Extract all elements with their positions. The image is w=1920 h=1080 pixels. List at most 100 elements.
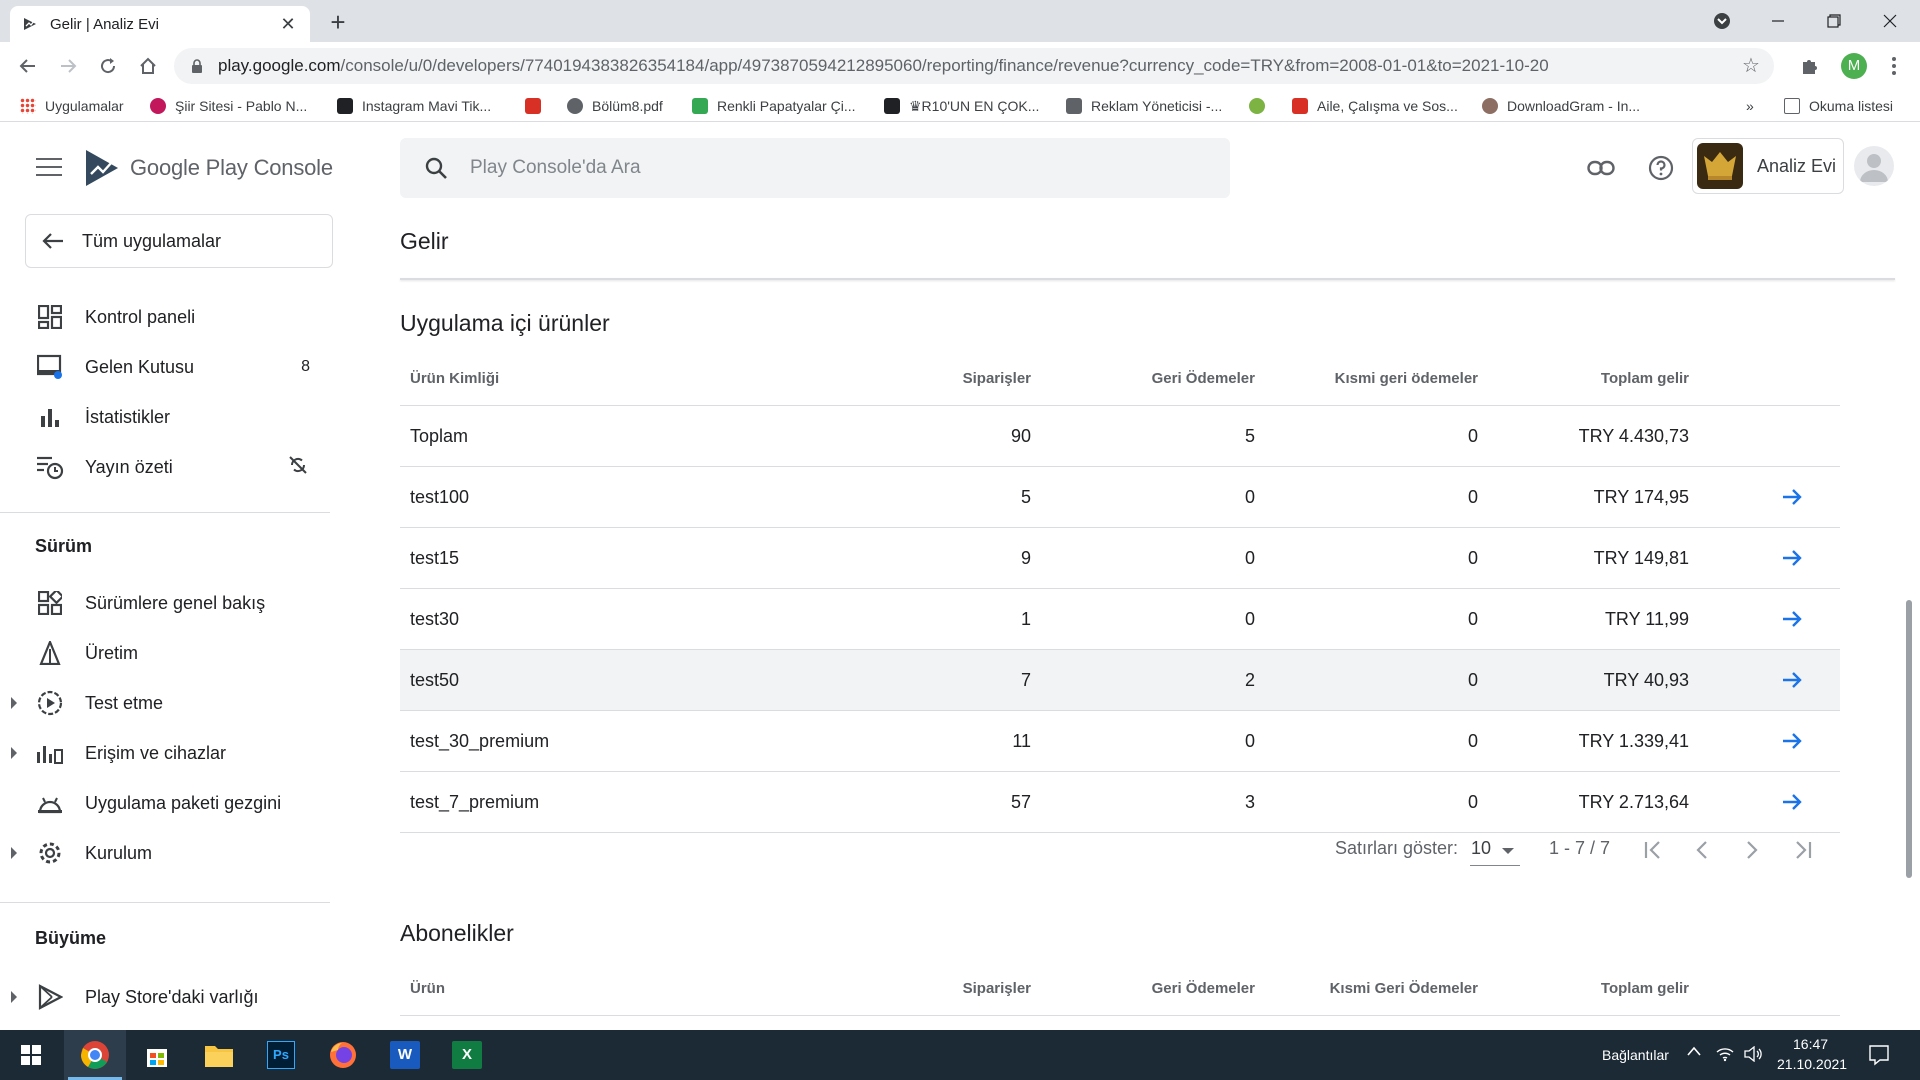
tab-search-icon[interactable] [1694, 0, 1750, 42]
previous-page-icon[interactable] [1686, 834, 1718, 866]
bookmarks-overflow-chevron[interactable]: » [1746, 96, 1754, 116]
column-header-total-revenue[interactable]: Toplam gelir [1601, 962, 1689, 1016]
column-header-orders[interactable]: Siparişler [963, 352, 1031, 406]
link-icon[interactable] [1585, 152, 1617, 184]
extensions-puzzle-icon[interactable] [1794, 50, 1826, 82]
column-header-refunds[interactable]: Geri Ödemeler [1152, 962, 1255, 1016]
bookmark-item[interactable]: ♛R10'UN EN ÇOK... [884, 96, 1039, 116]
windows-start-icon[interactable] [0, 1030, 62, 1080]
column-header-refunds[interactable]: Geri Ödemeler [1152, 352, 1255, 406]
expand-caret-icon[interactable] [11, 697, 17, 709]
search-icon [425, 157, 447, 179]
last-page-icon[interactable] [1786, 834, 1818, 866]
sidebar-item-releases-overview[interactable]: Sürümlere genel bakış [0, 582, 330, 624]
all-apps-back-button[interactable]: Tüm uygulamalar [25, 214, 333, 268]
forward-arrow-icon[interactable] [52, 50, 84, 82]
chevron-up-icon[interactable] [1686, 1044, 1702, 1060]
expand-caret-icon[interactable] [11, 991, 17, 1003]
play-console-logo[interactable]: Google Play Console [84, 148, 333, 188]
column-header-partial-refunds[interactable]: Kısmi geri ödemeler [1335, 352, 1478, 406]
table-row[interactable]: test50 7 2 0 TRY 40,93 [400, 650, 1840, 711]
bookmark-item[interactable]: Şiir Sitesi - Pablo N... [150, 96, 307, 116]
address-bar[interactable]: play.google.com/console/u/0/developers/7… [174, 48, 1774, 84]
bookmark-star-icon[interactable]: ☆ [1740, 55, 1762, 77]
app-selector-chip[interactable]: Analiz Evi [1692, 138, 1844, 194]
notifications-icon[interactable] [1868, 1044, 1890, 1069]
bookmark-item[interactable]: Reklam Yöneticisi -... [1066, 96, 1222, 116]
sidebar-item-reach-devices[interactable]: Erişim ve cihazlar [0, 732, 330, 774]
column-header-total-revenue[interactable]: Toplam gelir [1601, 352, 1689, 406]
photoshop-icon[interactable]: Ps [250, 1030, 312, 1080]
profile-avatar-icon[interactable]: M [1838, 50, 1870, 82]
table-row[interactable]: test_30_premium 11 0 0 TRY 1.339,41 [400, 711, 1840, 772]
sidebar-item-dashboard[interactable]: Kontrol paneli [0, 296, 330, 338]
sidebar-item-publishing-overview[interactable]: Yayın özeti [0, 446, 330, 488]
column-header-product-id[interactable]: Ürün Kimliği [410, 352, 499, 406]
browser-menu-dots-icon[interactable] [1878, 50, 1910, 82]
help-icon[interactable] [1645, 152, 1677, 184]
sidebar-item-setup[interactable]: Kurulum [0, 832, 330, 874]
expand-caret-icon[interactable] [11, 847, 17, 859]
bookmark-item[interactable]: Renkli Papatyalar Çi... [692, 96, 856, 116]
file-explorer-icon[interactable] [188, 1030, 250, 1080]
arrow-forward-icon[interactable] [1780, 485, 1804, 509]
wifi-icon[interactable] [1716, 1046, 1734, 1065]
menu-hamburger-icon[interactable] [36, 158, 62, 178]
reading-list-button[interactable]: Okuma listesi [1784, 96, 1893, 116]
tab-close-icon[interactable]: ✕ [278, 14, 298, 35]
back-arrow-icon[interactable] [12, 50, 44, 82]
restore-icon[interactable] [1806, 0, 1862, 42]
firefox-icon[interactable] [312, 1030, 374, 1080]
chrome-icon[interactable] [64, 1030, 126, 1080]
sidebar-item-statistics[interactable]: İstatistikler [0, 396, 330, 438]
expand-caret-icon[interactable] [11, 747, 17, 759]
clock-date[interactable]: 21.10.2021 [1777, 1056, 1847, 1072]
column-header-partial-refunds[interactable]: Kısmi Geri Ödemeler [1330, 962, 1478, 1016]
bookmark-item[interactable]: Aile, Çalışma ve Sos... [1292, 96, 1458, 116]
sidebar-item-inbox[interactable]: Gelen Kutusu 8 [0, 346, 330, 388]
browser-tab-active[interactable]: Gelir | Analiz Evi ✕ [10, 6, 310, 42]
bookmark-item[interactable] [525, 96, 550, 116]
close-window-icon[interactable] [1862, 0, 1918, 42]
first-page-icon[interactable] [1638, 834, 1670, 866]
arrow-forward-icon[interactable] [1780, 668, 1804, 692]
next-page-icon[interactable] [1736, 834, 1768, 866]
bookmark-label: Şiir Sitesi - Pablo N... [175, 98, 308, 114]
bookmark-apps[interactable]: Uygulamalar [20, 96, 124, 116]
arrow-forward-icon[interactable] [1780, 607, 1804, 631]
arrow-forward-icon[interactable] [1780, 729, 1804, 753]
volume-icon[interactable] [1744, 1045, 1764, 1065]
table-row[interactable]: test30 1 0 0 TRY 11,99 [400, 589, 1840, 650]
instagram-icon [1482, 98, 1498, 114]
arrow-forward-icon[interactable] [1780, 546, 1804, 570]
user-avatar-icon[interactable] [1854, 146, 1894, 186]
excel-icon[interactable]: X [436, 1030, 498, 1080]
sidebar-item-testing[interactable]: Test etme [0, 682, 330, 724]
arrow-forward-icon[interactable] [1780, 790, 1804, 814]
store-icon[interactable] [126, 1030, 188, 1080]
word-icon[interactable]: W [374, 1030, 436, 1080]
new-tab-plus-icon[interactable]: + [324, 9, 352, 37]
rows-per-page-select[interactable]: 10 [1470, 834, 1520, 866]
console-search-input[interactable]: Play Console'da Ara [400, 138, 1230, 198]
sidebar-item-production[interactable]: Üretim [0, 632, 330, 674]
reload-icon[interactable] [92, 50, 124, 82]
bookmark-item[interactable]: Bölüm8.pdf [567, 96, 663, 116]
bookmark-item[interactable] [1249, 96, 1274, 116]
clock-time[interactable]: 16:47 [1793, 1036, 1828, 1052]
table-row[interactable]: test15 9 0 0 TRY 149,81 [400, 528, 1840, 589]
bookmark-item[interactable]: DownloadGram - In... [1482, 96, 1640, 116]
testing-icon [36, 689, 64, 717]
column-header-orders[interactable]: Siparişler [963, 962, 1031, 1016]
sidebar-item-store-presence[interactable]: Play Store'daki varlığı [0, 976, 330, 1018]
table-row[interactable]: test100 5 0 0 TRY 174,95 [400, 467, 1840, 528]
page-scrollbar[interactable] [1906, 600, 1912, 878]
bookmark-item[interactable]: Instagram Mavi Tik... [337, 96, 491, 116]
taskbar-links-label[interactable]: Bağlantılar [1602, 1047, 1669, 1063]
column-header-product[interactable]: Ürün [410, 962, 445, 1016]
sidebar-item-app-bundle-explorer[interactable]: Uygulama paketi gezgini [0, 782, 330, 824]
sync-off-icon[interactable] [288, 455, 308, 480]
home-icon[interactable] [132, 50, 164, 82]
all-apps-label: Tüm uygulamalar [82, 230, 222, 251]
minimize-icon[interactable] [1750, 0, 1806, 42]
